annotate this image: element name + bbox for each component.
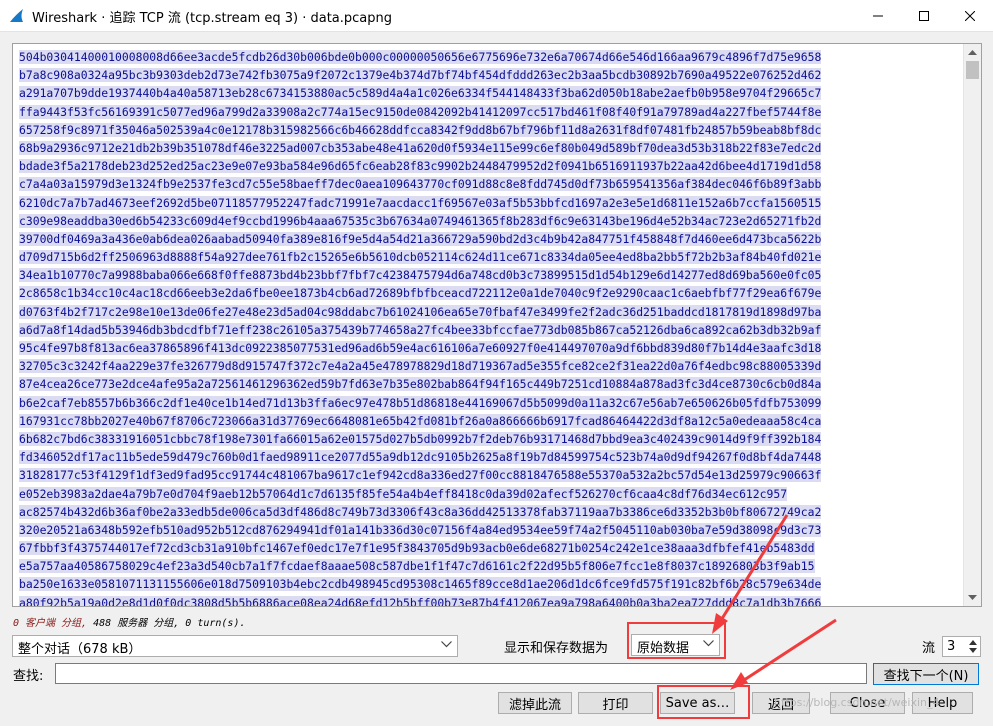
annotation-highlight-box (627, 622, 726, 659)
stream-line-text: ba250e1633e0581071131155606e018d7509103b… (19, 577, 822, 592)
stream-line: fd346052df17ac11b5ede59d479c760b0d1faed9… (19, 448, 959, 466)
conversation-select[interactable]: 整个对话（678 kB） (12, 635, 458, 657)
stream-content-pane[interactable]: 504b03041400010008008d66ee3acde5fcdb26d3… (12, 43, 982, 607)
stream-line-text: 167931cc78bb2027e40b67f8706c723066a31d37… (19, 413, 822, 428)
stream-line: 2c8658c1b34cc10c4ac18cd66eeb3e2da6fbe0ee… (19, 284, 959, 302)
stream-line: 95c4fe97b8f813ac6ea37865896f413dc0922385… (19, 339, 959, 357)
scroll-thumb[interactable] (966, 61, 979, 79)
stream-line-text: b7a8c908a0324a95bc3b9303deb2d73e742fb307… (19, 68, 822, 83)
stream-line-text: 6210dc7a7b7ad4673eef2692d5be071185779522… (19, 195, 822, 210)
stream-line-text: a291a707b9dde1937440b4a40a58713eb28c6734… (19, 86, 822, 101)
stream-line-text: e5a757aa40586758029c4ef23a3d540cb7a1f7fc… (19, 559, 815, 574)
minimize-icon (873, 15, 883, 16)
stream-line-text: a6d7a8f14dad5b53946db3bdcdfbf71eff238c26… (19, 322, 822, 337)
stream-line-text: 95c4fe97b8f813ac6ea37865896f413dc0922385… (19, 341, 822, 355)
stream-line-text: 320e20521a6348b592efb510ad952b512cd87629… (19, 522, 822, 537)
spin-down-icon[interactable] (968, 646, 978, 655)
stream-line: c7a4a03a15979d3e1324fb9e2537fe3cd7c55e58… (19, 175, 959, 193)
packet-summary: 0 客户端 分组, 488 服务器 分组, 0 turn(s). (13, 614, 246, 629)
filter-out-stream-button[interactable]: 滤掉此流 (498, 692, 572, 714)
stream-line: 39700df0469a3a436e0ab6dea026aabad50940fa… (19, 230, 959, 248)
stream-line: ba250e1633e0581071131155606e018d7509103b… (19, 575, 959, 593)
find-label: 查找: (13, 669, 44, 684)
stream-line-text: c7a4a03a15979d3e1324fb9e2537fe3cd7c55e58… (19, 177, 822, 192)
stream-line: ac82574b432d6b36af0be2a33edb5de006ca5d3d… (19, 503, 959, 521)
stream-line-text: a80f92b5a19a0d2e8d1d0f0dc3808d5b5b6886ac… (19, 595, 822, 606)
annotation-highlight-box-save (657, 685, 750, 719)
help-button[interactable]: Help (912, 692, 973, 714)
stream-line: d0763f4b2f717c2e98e10e13de06fe27e48e23d5… (19, 303, 959, 321)
window-title: Wireshark · 追踪 TCP 流 (tcp.stream eq 3) ·… (32, 11, 393, 26)
stream-line: 87e4cea26ce773e2dce4afe95a2a725614612963… (19, 375, 959, 393)
stream-line-text: 6b682c7bd6c38331916051cbbc78f198e7301fa6… (19, 431, 822, 446)
stream-line: e5a757aa40586758029c4ef23a3d540cb7a1f7fc… (19, 557, 959, 575)
find-next-button[interactable]: 查找下一个(N) (873, 663, 979, 685)
display-format-label: 显示和保存数据为 (504, 641, 609, 656)
stream-line: 32705c3c3242f4aa229e37fe326779d8d915747f… (19, 357, 959, 375)
wireshark-fin-icon (10, 9, 23, 22)
stream-line: 34ea1b10770c7a9988baba066e668f0ffe8873bd… (19, 266, 959, 284)
stream-line-text: 32705c3c3242f4aa229e37fe326779d8d915747f… (19, 359, 822, 374)
stream-line-text: 2c8658c1b34cc10c4ac18cd66eeb3e2da6fbe0ee… (19, 286, 822, 301)
stream-line-text: 504b03041400010008008d66ee3acde5fcdb26d3… (19, 50, 822, 64)
stream-line-text: ac82574b432d6b36af0be2a33edb5de006ca5d3d… (19, 504, 822, 519)
stream-line: ffa9443f53fc56169391c5077ed96a799d2a3390… (19, 103, 959, 121)
stream-number-spinbox[interactable]: 3 (942, 636, 981, 657)
stream-line-text: ffa9443f53fc56169391c5077ed96a799d2a3390… (19, 104, 822, 119)
chevron-down-icon (441, 641, 452, 648)
scroll-down-arrow-icon[interactable] (964, 589, 981, 606)
stream-line-text: d0763f4b2f717c2e98e10e13de06fe27e48e23d5… (19, 304, 822, 319)
stream-hex-text[interactable]: 504b03041400010008008d66ee3acde5fcdb26d3… (19, 48, 959, 606)
back-button[interactable]: 返回 (752, 692, 810, 714)
stream-line: 167931cc78bb2027e40b67f8706c723066a31d37… (19, 412, 959, 430)
stream-line-text: d709d715b6d2ff2506963d8888f54a927dee761f… (19, 250, 822, 265)
stream-line: 504b03041400010008008d66ee3acde5fcdb26d3… (19, 48, 959, 66)
scroll-up-arrow-icon[interactable] (964, 44, 981, 61)
stream-line: c309e98eaddba30ed6b54233c609d4ef9ccbd199… (19, 212, 959, 230)
stream-line-text: 34ea1b10770c7a9988baba066e668f0ffe8873bd… (19, 268, 822, 283)
stream-line-text: e052eb3983a2dae4a79b7e0d704f9aeb12b57064… (19, 486, 788, 501)
stream-line: a291a707b9dde1937440b4a40a58713eb28c6734… (19, 84, 959, 102)
stream-line: 6b682c7bd6c38331916051cbbc78f198e7301fa6… (19, 430, 959, 448)
stream-line: b6e2caf7eb8557b6b366c2df1e40ce1b14ed71d1… (19, 394, 959, 412)
close-dialog-button[interactable]: Close (830, 692, 905, 714)
stream-line: a6d7a8f14dad5b53946db3bdcdfbf71eff238c26… (19, 321, 959, 339)
stream-line-text: bdade3f5a2178deb23d252ed25ac23e9e07e93ba… (19, 159, 822, 174)
turns-label: 0 turn(s). (185, 618, 246, 629)
stream-line-text: c309e98eaddba30ed6b54233c609d4ef9ccbd199… (19, 213, 822, 228)
client-packets-label: 0 客户端 分组, (13, 618, 88, 629)
title-bar: Wireshark · 追踪 TCP 流 (tcp.stream eq 3) ·… (0, 0, 993, 32)
vertical-scrollbar[interactable] (963, 44, 981, 606)
minimize-button[interactable] (855, 0, 901, 31)
stream-line: 657258f9c8971f35046a502539a4c0e12178b315… (19, 121, 959, 139)
stream-number-value: 3 (947, 639, 956, 654)
stream-line: 6210dc7a7b7ad4673eef2692d5be071185779522… (19, 194, 959, 212)
conversation-select-value: 整个对话（678 kB） (18, 642, 142, 657)
stream-line: 31828177c53f4129f1df3ed9fad95cc91744c481… (19, 466, 959, 484)
stream-line-text: 67fbbf3f4375744017ef72cd3cb31a910bfc1467… (19, 541, 815, 556)
stream-line: e052eb3983a2dae4a79b7e0d704f9aeb12b57064… (19, 485, 959, 503)
maximize-icon (919, 10, 929, 21)
find-input[interactable] (55, 663, 867, 684)
stream-line-text: b6e2caf7eb8557b6b366c2df1e40ce1b14ed71d1… (19, 395, 822, 410)
stream-line-text: 657258f9c8971f35046a502539a4c0e12178b315… (19, 122, 822, 137)
stream-number-label: 流 (922, 641, 936, 656)
stream-line-text: fd346052df17ac11b5ede59d479c760b0d1faed9… (19, 450, 822, 465)
stream-line: d709d715b6d2ff2506963d8888f54a927dee761f… (19, 248, 959, 266)
stream-line: 68b9a2936c9712e21db2b39b351078df46e3225a… (19, 139, 959, 157)
print-button[interactable]: 打印 (578, 692, 653, 714)
stream-line-text: 31828177c53f4129f1df3ed9fad95cc91744c481… (19, 468, 822, 483)
stream-line: 320e20521a6348b592efb510ad952b512cd87629… (19, 521, 959, 539)
stream-line: b7a8c908a0324a95bc3b9303deb2d73e742fb307… (19, 66, 959, 84)
stream-line-text: 87e4cea26ce773e2dce4afe95a2a725614612963… (19, 377, 822, 392)
stream-line: 67fbbf3f4375744017ef72cd3cb31a910bfc1467… (19, 539, 959, 557)
close-button[interactable] (947, 0, 993, 31)
stream-line: bdade3f5a2178deb23d252ed25ac23e9e07e93ba… (19, 157, 959, 175)
close-icon (965, 10, 975, 21)
maximize-button[interactable] (901, 0, 947, 31)
stream-line-text: 68b9a2936c9712e21db2b39b351078df46e3225a… (19, 140, 822, 155)
stream-line-text: 39700df0469a3a436e0ab6dea026aabad50940fa… (19, 231, 822, 246)
server-packets-label: 488 服务器 分组, (93, 618, 180, 629)
stream-line: a80f92b5a19a0d2e8d1d0f0dc3808d5b5b6886ac… (19, 594, 959, 606)
